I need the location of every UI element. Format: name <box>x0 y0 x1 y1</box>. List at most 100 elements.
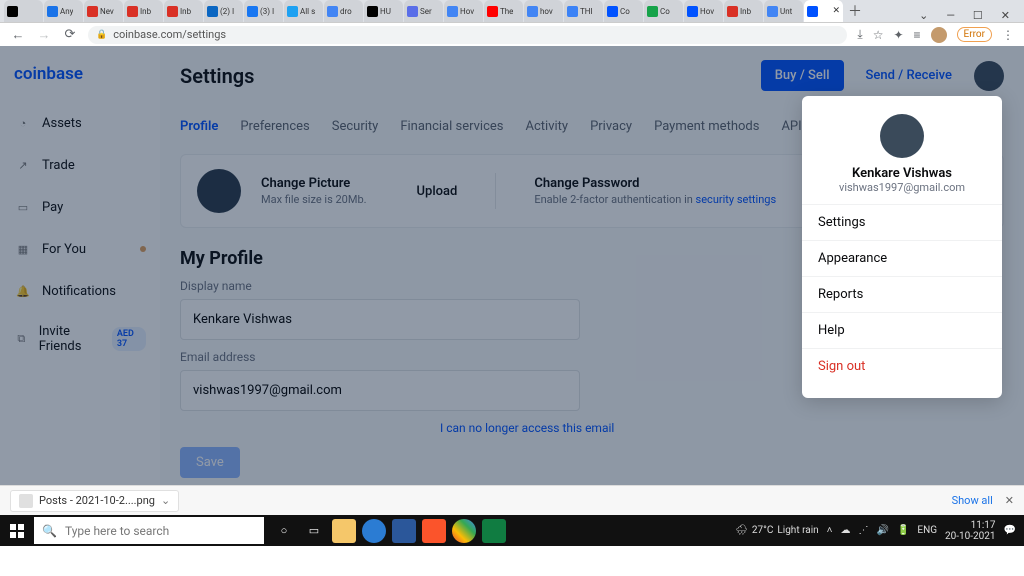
start-button[interactable] <box>0 515 34 546</box>
no-access-link[interactable]: I can no longer access this email <box>440 421 1004 435</box>
weather-widget[interactable]: 🌧 27°C Light rain <box>735 525 818 536</box>
invite-badge: AED 37 <box>112 327 146 351</box>
download-item[interactable]: Posts - 2021-10-2....png ⌄ <box>10 490 179 512</box>
weather-icon: 🌧 <box>735 525 748 536</box>
buy-sell-button[interactable]: Buy / Sell <box>761 60 844 91</box>
close-icon[interactable]: ✕ <box>1001 9 1010 22</box>
browser-tab[interactable]: (3) I <box>244 0 283 22</box>
tab-financial-services[interactable]: Financial services <box>400 113 503 140</box>
word-icon[interactable] <box>392 519 416 543</box>
new-tab-button[interactable]: ＋ <box>844 0 866 22</box>
excel-icon[interactable] <box>482 519 506 543</box>
close-shelf-icon[interactable]: ✕ <box>1005 494 1014 507</box>
browser-tab[interactable]: Unt <box>764 0 803 22</box>
url-input[interactable]: 🔒 coinbase.com/settings <box>88 26 847 44</box>
reload-icon[interactable]: ⟳ <box>62 27 78 42</box>
notifications-icon[interactable]: 💬 <box>1004 525 1016 536</box>
email-input[interactable] <box>180 370 580 411</box>
volume-icon[interactable]: 🔊 <box>877 525 889 536</box>
signout-button[interactable]: Sign out <box>802 348 1002 384</box>
cortana-icon[interactable]: ○ <box>272 519 296 543</box>
search-placeholder: Type here to search <box>65 524 169 538</box>
tab-profile[interactable]: Profile <box>180 113 218 140</box>
browser-tab[interactable]: Hov <box>684 0 723 22</box>
browser-tab[interactable]: Inb <box>724 0 763 22</box>
browser-tab[interactable]: Ser <box>404 0 443 22</box>
sidebar-item[interactable]: ▭Pay <box>8 186 152 228</box>
explorer-icon[interactable] <box>332 519 356 543</box>
browser-tab[interactable]: ✕ <box>804 0 843 22</box>
upload-button[interactable]: Upload <box>417 184 458 199</box>
install-icon[interactable]: ⤓ <box>857 27 862 42</box>
chrome-icon[interactable] <box>452 519 476 543</box>
popover-item-settings[interactable]: Settings <box>802 204 1002 240</box>
sidebar-icon: ⧉ <box>14 330 29 348</box>
maximize-icon[interactable]: ☐ <box>973 9 983 22</box>
battery-icon[interactable]: 🔋 <box>897 525 909 536</box>
brave-icon[interactable] <box>422 519 446 543</box>
tab-activity[interactable]: Activity <box>526 113 569 140</box>
tab-privacy[interactable]: Privacy <box>590 113 632 140</box>
taskbar-search[interactable]: 🔍 Type here to search <box>34 517 264 544</box>
forward-icon[interactable]: → <box>36 27 52 43</box>
browser-tab[interactable]: hov <box>524 0 563 22</box>
language-indicator[interactable]: ENG <box>917 525 937 536</box>
profile-chip[interactable] <box>931 27 947 43</box>
change-picture-heading: Change Picture <box>261 176 367 191</box>
tab-security[interactable]: Security <box>332 113 379 140</box>
browser-tab[interactable]: The <box>484 0 523 22</box>
url-text: coinbase.com/settings <box>113 28 226 41</box>
error-pill[interactable]: Error <box>957 27 992 42</box>
wifi-icon[interactable]: ⋰ <box>859 525 869 536</box>
sidebar-item[interactable]: ◔Assets <box>8 102 152 144</box>
browser-tab[interactable]: dro <box>324 0 363 22</box>
popover-name: Kenkare Vishwas <box>802 166 1002 181</box>
minimize-icon[interactable]: — <box>946 9 955 22</box>
chevron-down-icon[interactable]: ⌄ <box>919 9 928 22</box>
popover-item-help[interactable]: Help <box>802 312 1002 348</box>
display-name-input[interactable] <box>180 299 580 340</box>
sidebar-item[interactable]: ↗Trade <box>8 144 152 186</box>
popover-item-appearance[interactable]: Appearance <box>802 240 1002 276</box>
tab-api[interactable]: API <box>781 113 801 140</box>
show-all-link[interactable]: Show all <box>952 494 993 507</box>
tab-strip: AnyNevInbInb(2) I(3) IAll sdroHUSerHovTh… <box>0 0 1024 22</box>
browser-tab[interactable]: (2) I <box>204 0 243 22</box>
taskview-icon[interactable]: ▭ <box>302 519 326 543</box>
system-tray: 🌧 27°C Light rain ˄ ☁ ⋰ 🔊 🔋 ENG 11:17 20… <box>727 520 1024 542</box>
tab-payment-methods[interactable]: Payment methods <box>654 113 759 140</box>
menu-icon[interactable]: ≡ <box>914 28 921 42</box>
browser-tab[interactable]: Co <box>604 0 643 22</box>
download-filename: Posts - 2021-10-2....png <box>39 494 155 507</box>
browser-tab[interactable]: Inb <box>124 0 163 22</box>
extensions-icon[interactable]: ✦ <box>893 28 903 42</box>
send-receive-button[interactable]: Send / Receive <box>856 60 962 91</box>
kebab-icon[interactable]: ⋮ <box>1002 28 1014 42</box>
sidebar-item[interactable]: ⧉Invite FriendsAED 37 <box>8 312 152 366</box>
sidebar-item[interactable]: 🔔Notifications <box>8 270 152 312</box>
back-icon[interactable]: ← <box>10 27 26 43</box>
sidebar-item[interactable]: ▦For You <box>8 228 152 270</box>
browser-tab[interactable]: Nev <box>84 0 123 22</box>
security-settings-link[interactable]: security settings <box>696 193 777 206</box>
browser-tab[interactable]: Any <box>44 0 83 22</box>
browser-tab[interactable]: HU <box>364 0 403 22</box>
avatar[interactable] <box>974 61 1004 91</box>
browser-tab[interactable]: Co <box>644 0 683 22</box>
browser-tab[interactable]: All s <box>284 0 323 22</box>
window-controls: ⌄ — ☐ ✕ <box>909 5 1020 22</box>
edge-icon[interactable] <box>362 519 386 543</box>
clock[interactable]: 11:17 20-10-2021 <box>945 520 996 542</box>
logo[interactable]: coinbase <box>8 60 152 102</box>
save-button[interactable]: Save <box>180 447 240 478</box>
chevron-down-icon[interactable]: ⌄ <box>161 494 170 507</box>
browser-tab[interactable] <box>4 0 43 22</box>
star-icon[interactable]: ☆ <box>873 28 884 42</box>
popover-item-reports[interactable]: Reports <box>802 276 1002 312</box>
browser-tab[interactable]: Hov <box>444 0 483 22</box>
tab-preferences[interactable]: Preferences <box>240 113 309 140</box>
browser-tab[interactable]: THI <box>564 0 603 22</box>
tray-chevron-icon[interactable]: ˄ <box>827 525 833 536</box>
onedrive-icon[interactable]: ☁ <box>841 525 851 536</box>
browser-tab[interactable]: Inb <box>164 0 203 22</box>
